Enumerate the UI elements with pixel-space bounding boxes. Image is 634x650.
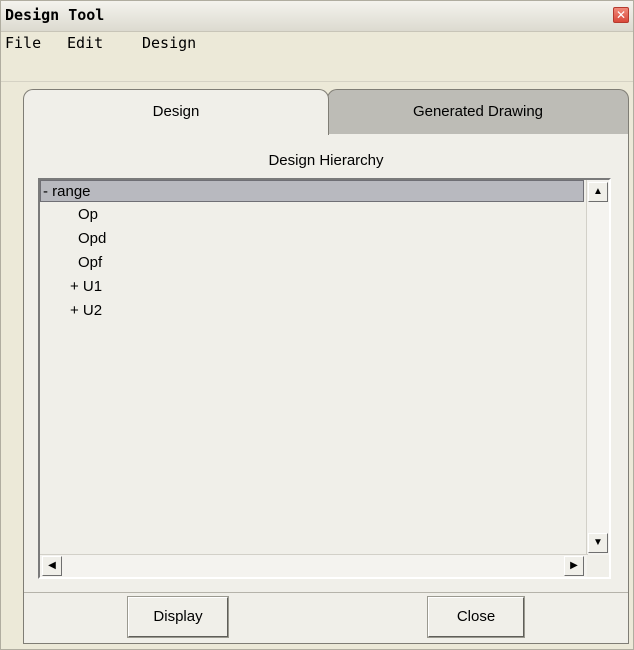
tree-item[interactable]: Op — [40, 204, 98, 226]
horizontal-scrollbar[interactable]: ◀ ▶ — [40, 554, 588, 577]
tree-item[interactable]: Opd — [40, 228, 106, 250]
design-tool-window: Design Tool ✕ File Edit Design Generated… — [0, 0, 634, 650]
tree-content: - range Op Opd Opf + U1 + U2 — [40, 180, 588, 555]
design-tab-panel: Design Hierarchy - range Op Opd Opf + U1 + U2… — [23, 134, 629, 644]
menu-separator — [1, 81, 633, 82]
tree-item[interactable]: + U2 — [40, 300, 102, 322]
scroll-left-button[interactable]: ◀ — [42, 556, 62, 576]
close-button[interactable]: Close — [427, 596, 525, 638]
window-title: Design Tool — [5, 6, 105, 24]
design-hierarchy-title: Design Hierarchy — [268, 152, 384, 169]
display-button[interactable]: Display — [127, 596, 229, 638]
tree-item[interactable]: - range — [40, 180, 584, 202]
button-bar-separator — [24, 592, 628, 593]
menu-file[interactable]: File — [5, 34, 41, 52]
menu-design[interactable]: Design — [142, 34, 196, 52]
design-hierarchy-tree: - range Op Opd Opf + U1 + U2 ▲ ▼ ◀ ▶ — [38, 178, 611, 579]
scroll-down-icon: ▼ — [593, 537, 603, 548]
tree-item[interactable]: Opf — [40, 252, 102, 274]
close-window-button[interactable]: ✕ — [613, 7, 629, 23]
scrollbar-corner — [587, 555, 609, 577]
vertical-scrollbar[interactable]: ▲ ▼ — [586, 180, 609, 555]
tab-design[interactable]: Design — [23, 89, 329, 135]
scroll-right-icon: ▶ — [570, 560, 578, 571]
scroll-up-icon: ▲ — [593, 186, 603, 197]
tree-item[interactable]: + U1 — [40, 276, 102, 298]
tab-generated-drawing[interactable]: Generated Drawing — [327, 89, 629, 135]
close-icon: ✕ — [615, 8, 627, 22]
scroll-down-button[interactable]: ▼ — [588, 533, 608, 553]
scroll-up-button[interactable]: ▲ — [588, 182, 608, 202]
title-bar[interactable]: Design Tool ✕ — [1, 1, 633, 32]
menu-bar: File Edit Design — [1, 32, 633, 54]
menu-edit[interactable]: Edit — [67, 34, 103, 52]
scroll-left-icon: ◀ — [48, 560, 56, 571]
scroll-right-button[interactable]: ▶ — [564, 556, 584, 576]
